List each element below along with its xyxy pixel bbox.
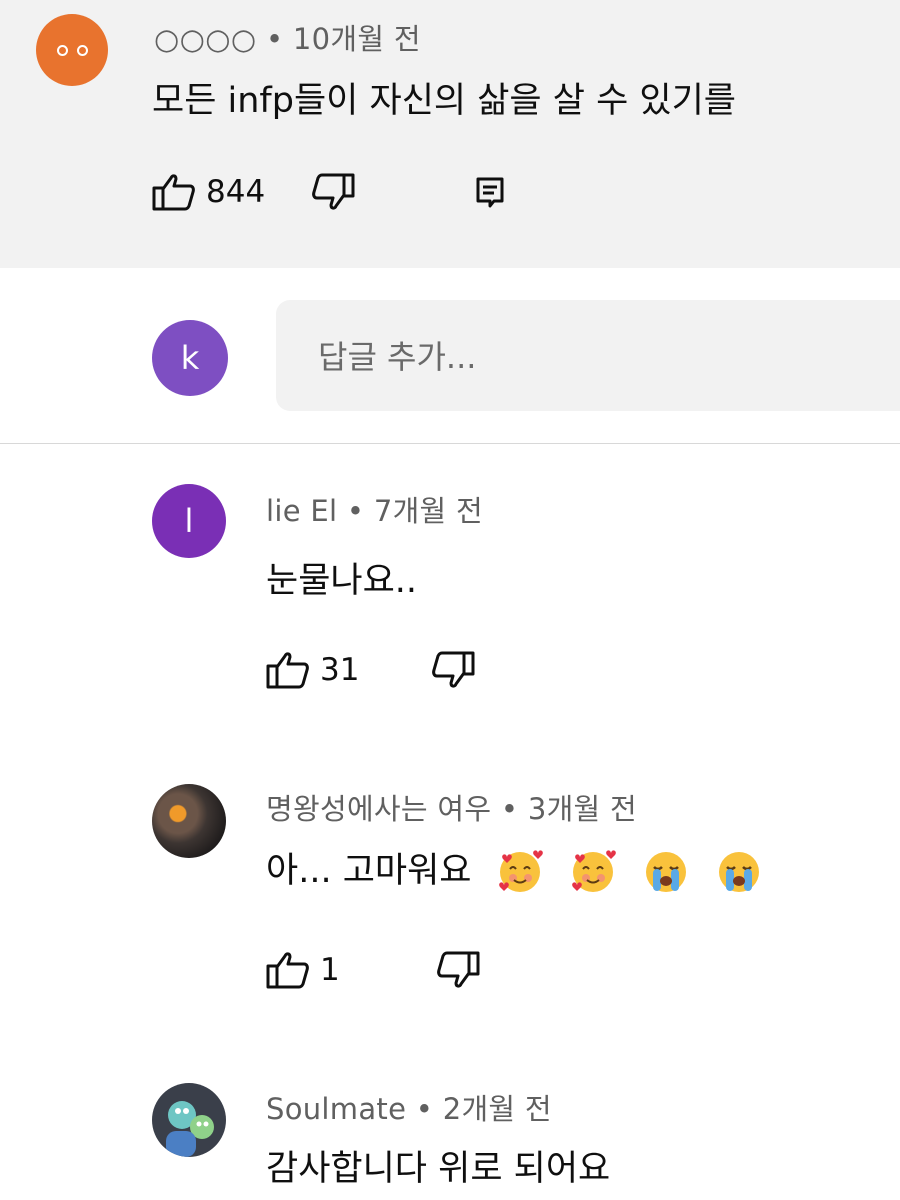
reply-time[interactable]: 2개월 전 (443, 1092, 552, 1126)
reply-author[interactable]: 명왕성에사는 여우 (266, 792, 491, 826)
comment-author[interactable]: ○○○○ (154, 22, 256, 56)
comment-text: 모든 infp들이 자신의 삶을 살 수 있기를 (152, 81, 736, 121)
meta-separator: • (500, 792, 528, 826)
highlighted-comment: ○○○○ • 10개월 전 모든 infp들이 자신의 삶을 살 수 있기를 8… (0, 0, 900, 268)
reply-time[interactable]: 7개월 전 (374, 494, 483, 528)
reply-avatar-photo[interactable] (152, 784, 226, 858)
loudly-crying-face-icon (641, 847, 691, 897)
reply-meta: 명왕성에사는 여우 • 3개월 전 (266, 786, 637, 828)
current-user-avatar[interactable]: k (152, 320, 228, 396)
loudly-crying-face-icon (714, 847, 764, 897)
comment-actions: 844 (152, 172, 505, 212)
comments-page: ○○○○ • 10개월 전 모든 infp들이 자신의 삶을 살 수 있기를 8… (0, 0, 900, 1200)
reply-input[interactable] (316, 300, 880, 413)
character-avatar-icon (166, 1101, 214, 1157)
reply-avatar-photo[interactable] (152, 1083, 226, 1157)
avatar-eyes-icon (56, 44, 88, 56)
reply-text: 아... 고마워요 (266, 851, 472, 891)
reply-text: 감사합니다 위로 되어요 (266, 1149, 611, 1189)
avatar-letter: k (180, 339, 200, 377)
reply-text: 눈물나요.. (266, 561, 418, 601)
avatar-letter: l (184, 502, 194, 540)
thumbs-up-icon[interactable] (152, 172, 196, 212)
reply-avatar[interactable]: l (152, 484, 226, 558)
comment-meta: ○○○○ • 10개월 전 (154, 16, 421, 58)
thumbs-down-icon[interactable] (436, 950, 480, 990)
reply-actions: 31 (266, 650, 475, 690)
meta-separator: • (415, 1092, 443, 1126)
reply-author[interactable]: Soulmate (266, 1092, 406, 1126)
smiling-face-with-hearts-icon (568, 847, 618, 897)
reply-input-box[interactable] (276, 300, 900, 413)
thumbs-down-icon[interactable] (431, 650, 475, 690)
meta-separator: • (265, 22, 293, 56)
thumbs-up-icon[interactable] (266, 950, 310, 990)
reply-meta: Soulmate • 2개월 전 (266, 1086, 552, 1128)
like-count: 844 (206, 174, 266, 210)
reply-comment-icon[interactable] (475, 176, 505, 208)
thumbs-down-icon[interactable] (311, 172, 355, 212)
comment-time[interactable]: 10개월 전 (293, 22, 421, 56)
meta-separator: • (346, 494, 374, 528)
reply-text-row: 아... 고마워요 (266, 842, 764, 897)
reply-actions: 1 (266, 950, 480, 990)
like-count: 1 (320, 952, 340, 988)
reply-meta: lie El • 7개월 전 (266, 488, 483, 530)
smiling-face-with-hearts-icon (495, 847, 545, 897)
like-count: 31 (320, 652, 360, 688)
thumbs-up-icon[interactable] (266, 650, 310, 690)
reply-time[interactable]: 3개월 전 (528, 792, 637, 826)
reply-author[interactable]: lie El (266, 494, 337, 528)
avatar[interactable] (36, 14, 108, 86)
divider (0, 443, 900, 444)
